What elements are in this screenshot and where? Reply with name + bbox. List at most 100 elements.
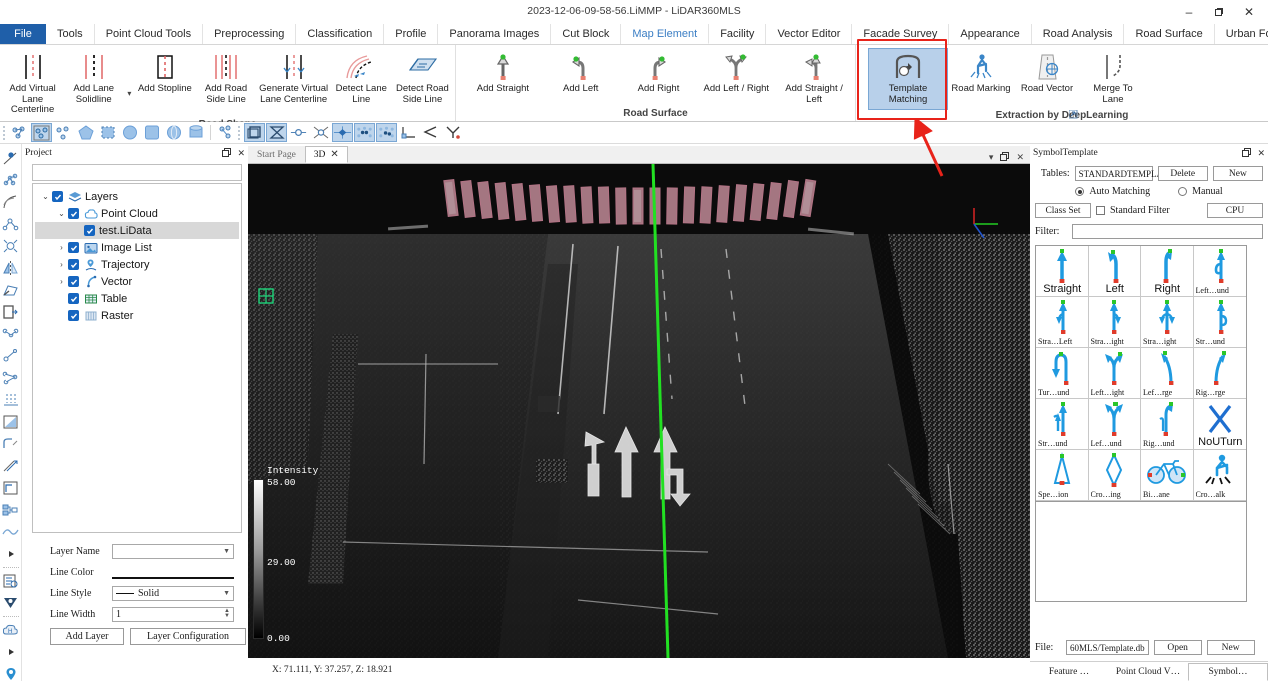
- checkbox-checked[interactable]: [68, 259, 79, 270]
- ribbon-tab-road-surface[interactable]: Road Surface: [1124, 24, 1215, 44]
- float-icon[interactable]: [1000, 152, 1010, 163]
- angle-icon[interactable]: [420, 123, 441, 142]
- symbol-cell-left[interactable]: Left: [1088, 246, 1141, 297]
- ribbon-tab-file[interactable]: File: [0, 24, 46, 44]
- manual-radio[interactable]: [1178, 187, 1188, 196]
- circle-icon[interactable]: [119, 123, 140, 142]
- point-cloud-3d-viewport[interactable]: Intensity 58.00 29.00 0.00: [248, 164, 1030, 658]
- point-line-icon[interactable]: [288, 123, 309, 142]
- ribbon-button-detect-road-side-line[interactable]: Detect Road Side Line: [392, 48, 453, 108]
- symbol-cell-straight[interactable]: Straight: [1036, 246, 1089, 297]
- ribbon-button-add-stopline[interactable]: Add Stopline: [134, 48, 195, 98]
- bottom-tab-feature[interactable]: Feature …: [1030, 663, 1109, 681]
- close-button[interactable]: ✕: [1234, 2, 1264, 22]
- ribbon-button-add-left-right[interactable]: Add Left / Right: [697, 48, 775, 98]
- checkbox-checked[interactable]: [68, 242, 79, 253]
- ribbon-button-road-vector[interactable]: Road Vector: [1014, 48, 1080, 98]
- class-set-button[interactable]: Class Set: [1035, 203, 1091, 218]
- box-select-icon[interactable]: [244, 123, 265, 142]
- ribbon-button-merge-to-lane[interactable]: Merge To Lane: [1080, 48, 1146, 108]
- checkbox-checked[interactable]: [68, 276, 79, 287]
- node-edit-icon[interactable]: [9, 123, 30, 142]
- ribbon-tab-point-cloud-tools[interactable]: Point Cloud Tools: [95, 24, 204, 44]
- checkbox-checked[interactable]: [68, 208, 79, 219]
- view-tab-3d[interactable]: 3D ✕: [304, 146, 348, 163]
- close-icon[interactable]: ✕: [330, 149, 338, 160]
- template-file-input[interactable]: 60MLS/Template.db: [1066, 640, 1149, 655]
- ribbon-tab-preprocessing[interactable]: Preprocessing: [203, 24, 297, 44]
- arc-icon[interactable]: [1, 192, 21, 212]
- close-icon[interactable]: ✕: [1257, 148, 1265, 159]
- expand-select-icon[interactable]: [1, 236, 21, 256]
- project-search-input[interactable]: [32, 164, 242, 181]
- ribbon-tab-facility[interactable]: Facility: [709, 24, 767, 44]
- ribbon-button-add-straight[interactable]: Add Straight: [464, 48, 542, 98]
- new-table-button[interactable]: New: [1212, 166, 1263, 181]
- line-width-spinner[interactable]: 1 ▲ ▼: [112, 606, 234, 622]
- tables-combo[interactable]: STANDARDTEMPLATE ▼: [1074, 166, 1180, 181]
- ribbon-tab-urban-forestry[interactable]: Urban Forestry: [1215, 24, 1268, 44]
- arrow-lines-icon[interactable]: [1, 456, 21, 476]
- network-icon[interactable]: [1, 170, 21, 190]
- add-layer-button[interactable]: Add Layer: [50, 628, 124, 645]
- dots-grid-icon[interactable]: [354, 123, 375, 142]
- dialog-launcher-icon[interactable]: [1068, 109, 1079, 120]
- dots-grid2-icon[interactable]: [376, 123, 397, 142]
- vertical-lines-icon[interactable]: [1, 390, 21, 410]
- ribbon-tab-panorama-images[interactable]: Panorama Images: [438, 24, 552, 44]
- toolbar-grip-icon[interactable]: [2, 125, 8, 141]
- view-tab-start-page[interactable]: Start Page: [248, 146, 305, 163]
- symbol-cell-right[interactable]: Right: [1141, 246, 1194, 297]
- measure-node-icon[interactable]: [215, 123, 236, 142]
- extend-rect-icon[interactable]: [1, 302, 21, 322]
- chevron-down-icon[interactable]: ⌄: [55, 209, 68, 218]
- symbol-cell-turn-around[interactable]: Tur…und: [1036, 348, 1089, 399]
- toolbar-grip-icon[interactable]: [237, 125, 243, 141]
- angle-point-icon[interactable]: [442, 123, 463, 142]
- ribbon-button-generate-virtual-lane-centerline[interactable]: Generate Virtual Lane Centerline: [257, 48, 331, 108]
- ribbon-tab-profile[interactable]: Profile: [384, 24, 439, 44]
- square-icon[interactable]: [141, 123, 162, 142]
- fill-square-icon[interactable]: [1, 412, 21, 432]
- symbol-cell-straight-right[interactable]: Stra…ight: [1088, 297, 1141, 348]
- close-icon[interactable]: ✕: [1016, 152, 1024, 163]
- mirror-icon[interactable]: [1, 258, 21, 278]
- symbol-cell-straight-left[interactable]: Stra…Left: [1036, 297, 1089, 348]
- ribbon-tab-appearance[interactable]: Appearance: [949, 24, 1032, 44]
- polygon-icon[interactable]: [75, 123, 96, 142]
- chevron-down-icon[interactable]: ▾: [124, 89, 134, 98]
- caret-right2-icon[interactable]: [1, 642, 21, 662]
- graph-nodes-icon[interactable]: [1, 324, 21, 344]
- symbol-cell-straight-left-right[interactable]: Stra…ight: [1141, 297, 1194, 348]
- close-icon[interactable]: ✕: [237, 148, 245, 159]
- polyline-node-icon[interactable]: [1, 214, 21, 234]
- chevron-right-icon[interactable]: ›: [55, 243, 68, 252]
- open-template-button[interactable]: Open: [1153, 640, 1202, 655]
- tree-item-test-lidata[interactable]: test.LiData: [35, 222, 239, 239]
- chevron-down-icon[interactable]: ⌄: [39, 192, 52, 201]
- ribbon-button-add-right[interactable]: Add Right: [620, 48, 698, 98]
- symbol-cell-left-merge[interactable]: Lef…rge: [1141, 348, 1194, 399]
- merge-down-icon[interactable]: [1, 593, 21, 613]
- auto-matching-radio[interactable]: [1075, 187, 1085, 196]
- tree-item-point-cloud[interactable]: ⌄ Point Cloud: [35, 205, 239, 222]
- chevron-right-icon[interactable]: ›: [55, 260, 68, 269]
- ribbon-button-add-straight-left[interactable]: Add Straight / Left: [775, 48, 853, 108]
- restore-button[interactable]: [1204, 2, 1234, 22]
- chevron-down-icon[interactable]: ▼: [223, 589, 230, 597]
- spinner-arrows-icon[interactable]: ▲ ▼: [224, 608, 230, 619]
- tree-item-vector[interactable]: › Vector: [35, 273, 239, 290]
- tree-item-trajectory[interactable]: › Trajectory: [35, 256, 239, 273]
- filter-input[interactable]: [1072, 224, 1263, 239]
- ribbon-button-add-road-side-line[interactable]: Add Road Side Line: [195, 48, 256, 108]
- ribbon-tab-facade-survey[interactable]: Facade Survey: [852, 24, 950, 44]
- line-style-combo[interactable]: Solid ▼: [112, 585, 234, 601]
- bottom-tab-point-cloud-view[interactable]: Point Cloud V…: [1109, 663, 1188, 681]
- ribbon-tab-vector-editor[interactable]: Vector Editor: [766, 24, 853, 44]
- diamond-node-icon[interactable]: [332, 123, 353, 142]
- line-color-swatch[interactable]: [112, 565, 234, 579]
- ribbon-button-detect-lane-line[interactable]: Detect Lane Line: [331, 48, 392, 108]
- cylinder-icon[interactable]: [185, 123, 206, 142]
- manual-label[interactable]: Manual: [1192, 186, 1223, 197]
- location-pin-icon[interactable]: [1, 664, 21, 681]
